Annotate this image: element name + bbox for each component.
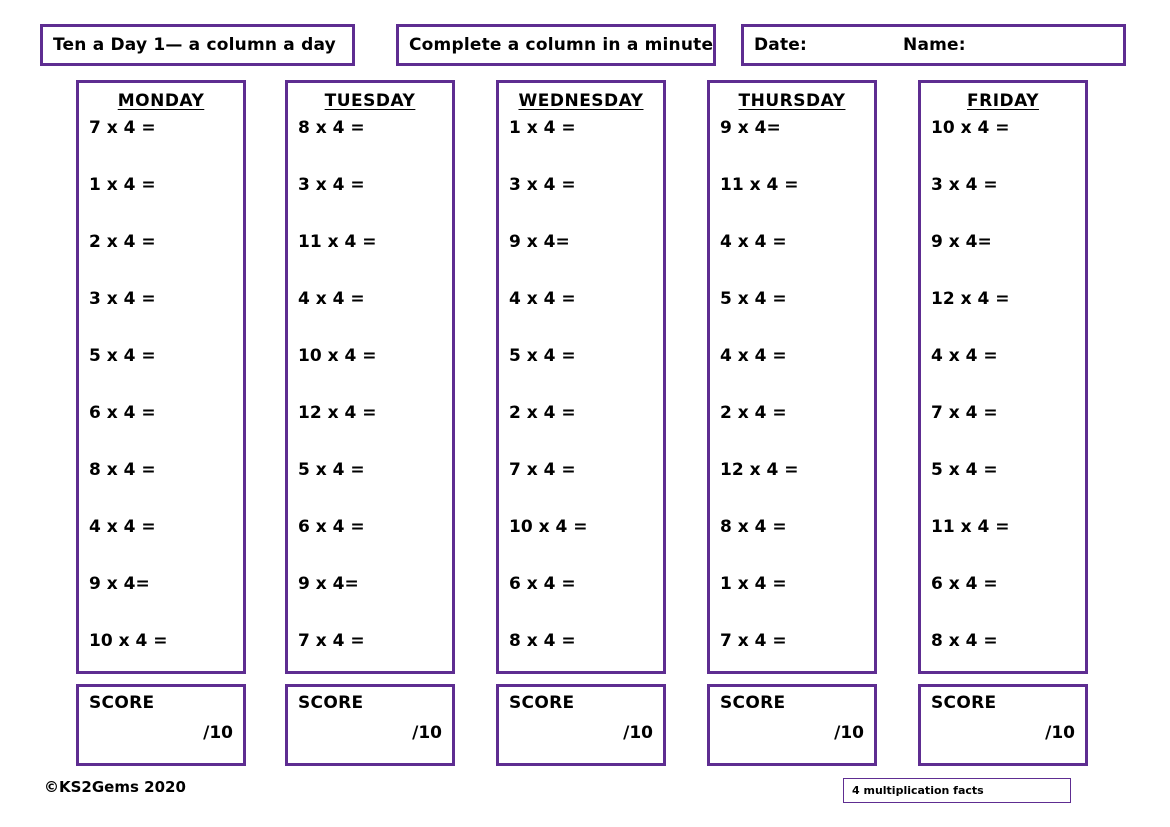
- day-heading: TUESDAY: [324, 91, 416, 111]
- day-heading: THURSDAY: [738, 91, 846, 111]
- score-box[interactable]: SCORE /10: [918, 684, 1088, 766]
- title-box: Ten a Day 1— a column a day: [40, 24, 355, 66]
- question-item[interactable]: 8 x 4 =: [509, 626, 663, 683]
- date-name-row: Date: Name:: [754, 35, 1123, 55]
- question-item[interactable]: 5 x 4 =: [720, 284, 874, 341]
- score-out-of: /10: [623, 723, 653, 743]
- score-label: SCORE: [298, 693, 364, 713]
- question-list: 8 x 4 = 3 x 4 = 11 x 4 = 4 x 4 = 10 x 4 …: [298, 113, 452, 683]
- day-heading: FRIDAY: [967, 91, 1039, 111]
- question-item[interactable]: 10 x 4 =: [89, 626, 243, 683]
- question-item[interactable]: 5 x 4 =: [89, 341, 243, 398]
- score-box[interactable]: SCORE /10: [285, 684, 455, 766]
- question-item[interactable]: 6 x 4 =: [509, 569, 663, 626]
- day-heading: WEDNESDAY: [518, 91, 644, 111]
- question-item[interactable]: 4 x 4 =: [509, 284, 663, 341]
- question-item[interactable]: 1 x 4 =: [509, 113, 663, 170]
- question-item[interactable]: 5 x 4 =: [298, 455, 452, 512]
- day-column-tuesday: TUESDAY 8 x 4 = 3 x 4 = 11 x 4 = 4 x 4 =…: [285, 80, 455, 766]
- question-item[interactable]: 9 x 4=: [720, 113, 874, 170]
- question-box: MONDAY 7 x 4 = 1 x 4 = 2 x 4 = 3 x 4 = 5…: [76, 80, 246, 674]
- question-item[interactable]: 2 x 4 =: [720, 398, 874, 455]
- question-box: TUESDAY 8 x 4 = 3 x 4 = 11 x 4 = 4 x 4 =…: [285, 80, 455, 674]
- instruction-box: Complete a column in a minute: [396, 24, 716, 66]
- question-item[interactable]: 7 x 4 =: [720, 626, 874, 683]
- question-item[interactable]: 8 x 4 =: [89, 455, 243, 512]
- question-item[interactable]: 3 x 4 =: [89, 284, 243, 341]
- question-list: 7 x 4 = 1 x 4 = 2 x 4 = 3 x 4 = 5 x 4 = …: [89, 113, 243, 683]
- question-item[interactable]: 8 x 4 =: [298, 113, 452, 170]
- question-item[interactable]: 8 x 4 =: [931, 626, 1085, 683]
- question-list: 1 x 4 = 3 x 4 = 9 x 4= 4 x 4 = 5 x 4 = 2…: [509, 113, 663, 683]
- question-item[interactable]: 6 x 4 =: [89, 398, 243, 455]
- question-item[interactable]: 5 x 4 =: [931, 455, 1085, 512]
- question-list: 10 x 4 = 3 x 4 = 9 x 4= 12 x 4 = 4 x 4 =…: [931, 113, 1085, 683]
- question-item[interactable]: 1 x 4 =: [89, 170, 243, 227]
- question-item[interactable]: 6 x 4 =: [931, 569, 1085, 626]
- question-box: THURSDAY 9 x 4= 11 x 4 = 4 x 4 = 5 x 4 =…: [707, 80, 877, 674]
- day-column-friday: FRIDAY 10 x 4 = 3 x 4 = 9 x 4= 12 x 4 = …: [918, 80, 1088, 766]
- question-item[interactable]: 9 x 4=: [509, 227, 663, 284]
- footer-tag-text: 4 multiplication facts: [852, 784, 984, 797]
- day-column-wednesday: WEDNESDAY 1 x 4 = 3 x 4 = 9 x 4= 4 x 4 =…: [496, 80, 666, 766]
- copyright-notice: ©KS2Gems 2020: [44, 778, 186, 796]
- question-item[interactable]: 9 x 4=: [89, 569, 243, 626]
- score-out-of: /10: [412, 723, 442, 743]
- question-item[interactable]: 1 x 4 =: [720, 569, 874, 626]
- question-item[interactable]: 3 x 4 =: [509, 170, 663, 227]
- score-label: SCORE: [509, 693, 575, 713]
- question-item[interactable]: 4 x 4 =: [298, 284, 452, 341]
- question-item[interactable]: 4 x 4 =: [931, 341, 1085, 398]
- question-box: FRIDAY 10 x 4 = 3 x 4 = 9 x 4= 12 x 4 = …: [918, 80, 1088, 674]
- score-label: SCORE: [89, 693, 155, 713]
- question-item[interactable]: 10 x 4 =: [509, 512, 663, 569]
- question-item[interactable]: 6 x 4 =: [298, 512, 452, 569]
- score-out-of: /10: [203, 723, 233, 743]
- day-column-monday: MONDAY 7 x 4 = 1 x 4 = 2 x 4 = 3 x 4 = 5…: [76, 80, 246, 766]
- day-column-thursday: THURSDAY 9 x 4= 11 x 4 = 4 x 4 = 5 x 4 =…: [707, 80, 877, 766]
- score-box[interactable]: SCORE /10: [76, 684, 246, 766]
- question-item[interactable]: 3 x 4 =: [931, 170, 1085, 227]
- score-out-of: /10: [1045, 723, 1075, 743]
- question-item[interactable]: 4 x 4 =: [720, 227, 874, 284]
- question-item[interactable]: 7 x 4 =: [89, 113, 243, 170]
- question-item[interactable]: 11 x 4 =: [298, 227, 452, 284]
- question-item[interactable]: 9 x 4=: [931, 227, 1085, 284]
- question-item[interactable]: 9 x 4=: [298, 569, 452, 626]
- question-item[interactable]: 7 x 4 =: [931, 398, 1085, 455]
- instruction-text: Complete a column in a minute: [409, 35, 714, 55]
- question-item[interactable]: 7 x 4 =: [509, 455, 663, 512]
- score-label: SCORE: [931, 693, 997, 713]
- question-item[interactable]: 12 x 4 =: [720, 455, 874, 512]
- worksheet-title: Ten a Day 1— a column a day: [53, 35, 336, 55]
- score-box[interactable]: SCORE /10: [707, 684, 877, 766]
- question-item[interactable]: 8 x 4 =: [720, 512, 874, 569]
- question-item[interactable]: 2 x 4 =: [89, 227, 243, 284]
- score-out-of: /10: [834, 723, 864, 743]
- question-item[interactable]: 7 x 4 =: [298, 626, 452, 683]
- question-item[interactable]: 11 x 4 =: [720, 170, 874, 227]
- date-name-box[interactable]: Date: Name:: [741, 24, 1126, 66]
- question-item[interactable]: 2 x 4 =: [509, 398, 663, 455]
- score-label: SCORE: [720, 693, 786, 713]
- question-item[interactable]: 12 x 4 =: [931, 284, 1085, 341]
- question-item[interactable]: 10 x 4 =: [931, 113, 1085, 170]
- question-item[interactable]: 4 x 4 =: [720, 341, 874, 398]
- question-item[interactable]: 12 x 4 =: [298, 398, 452, 455]
- question-item[interactable]: 10 x 4 =: [298, 341, 452, 398]
- footer-tag-box: 4 multiplication facts: [843, 778, 1071, 803]
- date-label: Date:: [754, 35, 808, 55]
- question-box: WEDNESDAY 1 x 4 = 3 x 4 = 9 x 4= 4 x 4 =…: [496, 80, 666, 674]
- question-item[interactable]: 3 x 4 =: [298, 170, 452, 227]
- question-list: 9 x 4= 11 x 4 = 4 x 4 = 5 x 4 = 4 x 4 = …: [720, 113, 874, 683]
- day-heading: MONDAY: [117, 91, 205, 111]
- name-label: Name:: [903, 35, 966, 55]
- question-item[interactable]: 4 x 4 =: [89, 512, 243, 569]
- worksheet-header: Ten a Day 1— a column a day Complete a c…: [0, 24, 1170, 66]
- score-box[interactable]: SCORE /10: [496, 684, 666, 766]
- question-item[interactable]: 11 x 4 =: [931, 512, 1085, 569]
- question-item[interactable]: 5 x 4 =: [509, 341, 663, 398]
